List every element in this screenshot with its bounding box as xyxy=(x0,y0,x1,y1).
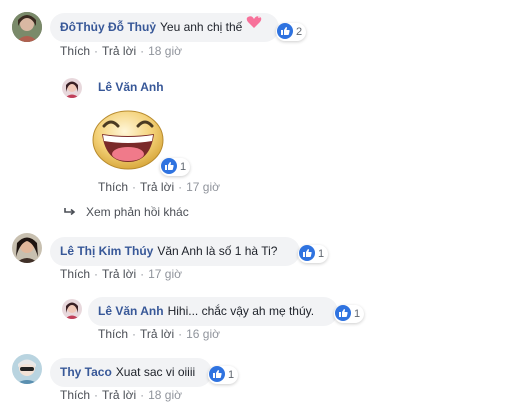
like-icon xyxy=(209,366,225,383)
reply-link[interactable]: Trả lời xyxy=(140,180,174,194)
commenter-name[interactable]: Lê Văn Anh xyxy=(98,80,164,94)
like-icon xyxy=(299,245,315,262)
commenter-name[interactable]: Lê Thị Kim Thúy xyxy=(60,244,153,258)
avatar[interactable] xyxy=(62,299,82,319)
comment-bubble: Thy Taco Xuat sac vi oiiii xyxy=(50,358,212,387)
comment-bubble: Lê Thị Kim Thúy Văn Anh là số 1 hà Ti? xyxy=(50,237,300,266)
timestamp[interactable]: 18 giờ xyxy=(148,388,182,402)
comment-text: Yeu anh chị thế xyxy=(160,20,243,34)
timestamp[interactable]: 18 giờ xyxy=(148,44,182,58)
commenter-name[interactable]: ĐôThủy Đỗ Thuỷ xyxy=(60,20,156,34)
more-replies-link[interactable]: Xem phản hồi khác xyxy=(64,205,189,220)
avatar[interactable] xyxy=(62,78,82,98)
reply-link[interactable]: Trả lời xyxy=(102,44,136,58)
reaction-count[interactable]: 1 xyxy=(160,158,191,176)
commenter-name[interactable]: Lê Văn Anh xyxy=(98,304,164,318)
sparkling-heart-emoji xyxy=(246,11,262,40)
like-link[interactable]: Thích xyxy=(60,267,90,281)
timestamp[interactable]: 17 giờ xyxy=(186,180,220,194)
like-link[interactable]: Thích xyxy=(98,327,128,341)
like-icon xyxy=(335,305,351,322)
comment-actions: Thích · Trả lời · 18 giờ xyxy=(60,388,182,402)
comment-actions: Thích · Trả lời · 16 giờ xyxy=(98,327,220,341)
reaction-count[interactable]: 2 xyxy=(276,23,307,41)
avatar[interactable] xyxy=(12,12,42,42)
profile-photo-icon xyxy=(62,299,82,319)
comment-text: Xuat sac vi oiiii xyxy=(115,365,196,379)
reply-link[interactable]: Trả lời xyxy=(140,327,174,341)
reply-arrow-icon xyxy=(64,206,76,220)
timestamp[interactable]: 17 giờ xyxy=(148,267,182,281)
like-icon xyxy=(277,23,293,40)
reaction-count[interactable]: 1 xyxy=(208,366,239,384)
timestamp[interactable]: 16 giờ xyxy=(186,327,220,341)
comment-actions: Thích · Trả lời · 18 giờ xyxy=(60,44,182,58)
like-icon xyxy=(161,158,177,175)
reaction-count[interactable]: 1 xyxy=(334,305,365,323)
like-link[interactable]: Thích xyxy=(98,180,128,194)
profile-photo-icon xyxy=(62,78,82,98)
profile-photo-icon xyxy=(12,12,42,42)
avatar[interactable] xyxy=(12,354,42,384)
reply-link[interactable]: Trả lời xyxy=(102,388,136,402)
avatar[interactable] xyxy=(12,233,42,263)
like-link[interactable]: Thích xyxy=(60,44,90,58)
comment-text: Hihi... chắc vậy ah mẹ thúy. xyxy=(167,304,315,318)
more-replies-label: Xem phản hồi khác xyxy=(86,205,189,219)
reply-link[interactable]: Trả lời xyxy=(102,267,136,281)
reaction-count[interactable]: 1 xyxy=(298,245,329,263)
smiley-sticker xyxy=(92,108,164,173)
comment-actions: Thích · Trả lời · 17 giờ xyxy=(98,180,220,194)
profile-photo-icon xyxy=(12,233,42,263)
commenter-name[interactable]: Thy Taco xyxy=(60,365,112,379)
like-link[interactable]: Thích xyxy=(60,388,90,402)
comment-bubble: ĐôThủy Đỗ Thuỷ Yeu anh chị thế xyxy=(50,13,279,42)
profile-photo-icon xyxy=(12,354,42,384)
comment-bubble: Lê Văn Anh Hihi... chắc vậy ah mẹ thúy. xyxy=(88,297,338,326)
comment-actions: Thích · Trả lời · 17 giờ xyxy=(60,267,182,281)
comment-text: Văn Anh là số 1 hà Ti? xyxy=(157,244,278,258)
